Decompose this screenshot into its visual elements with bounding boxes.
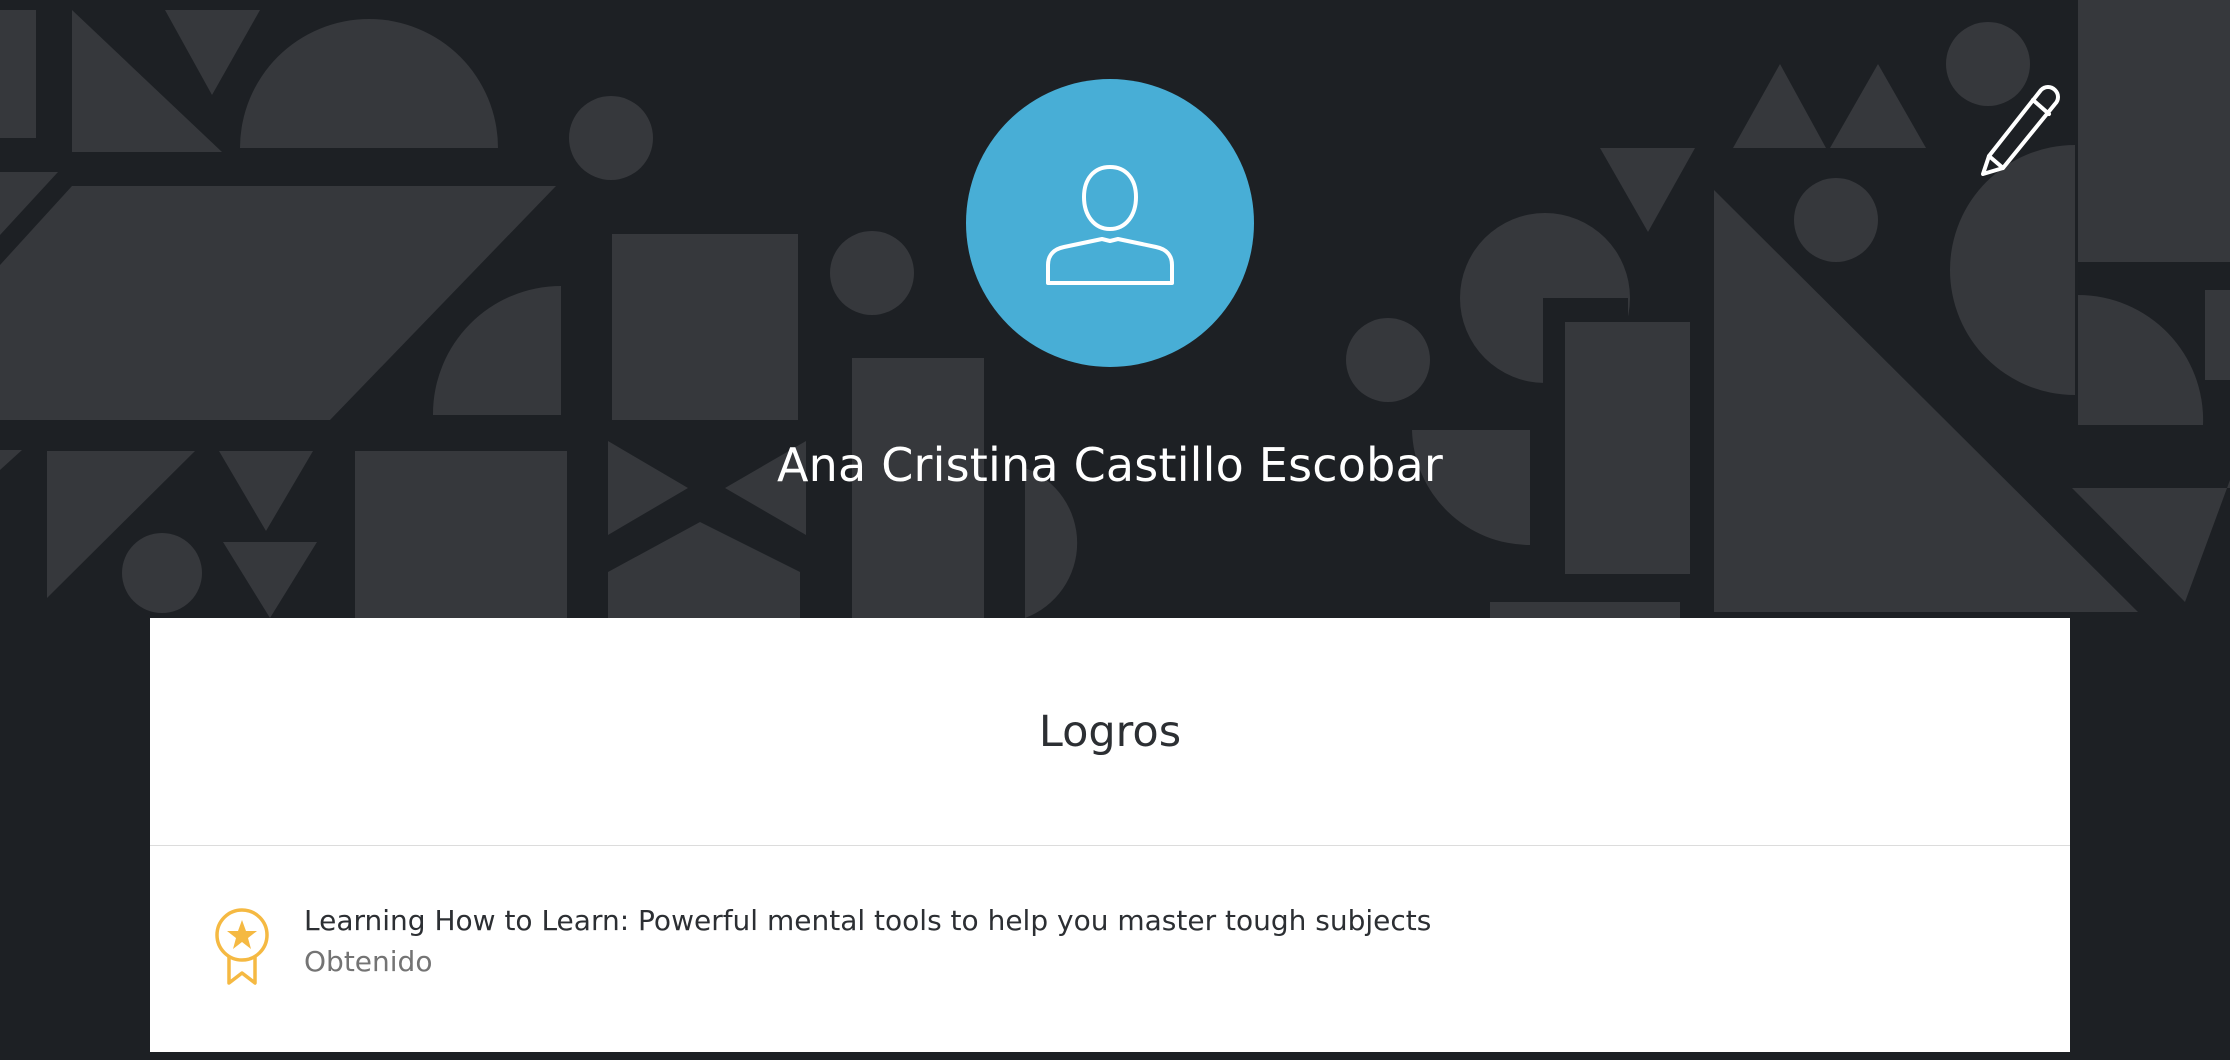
achievement-text: Learning How to Learn: Powerful mental t… — [304, 903, 1431, 980]
achievement-status: Obtenido — [304, 945, 433, 978]
profile-avatar — [966, 79, 1254, 367]
achievements-card: Logros Learning How to Learn: Powerful m… — [150, 618, 2070, 1052]
user-silhouette-icon — [1046, 165, 1174, 285]
pencil-icon — [1981, 85, 2060, 176]
profile-page: Ana Cristina Castillo Escobar Logros Lea… — [0, 0, 2230, 1060]
edit-profile-button[interactable] — [1975, 82, 2069, 176]
achievements-title: Logros — [150, 618, 2070, 846]
profile-name: Ana Cristina Castillo Escobar — [777, 438, 1443, 492]
award-badge-icon — [215, 908, 269, 985]
achievement-item[interactable]: Learning How to Learn: Powerful mental t… — [150, 846, 2070, 1052]
achievement-title: Learning How to Learn: Powerful mental t… — [304, 904, 1432, 937]
